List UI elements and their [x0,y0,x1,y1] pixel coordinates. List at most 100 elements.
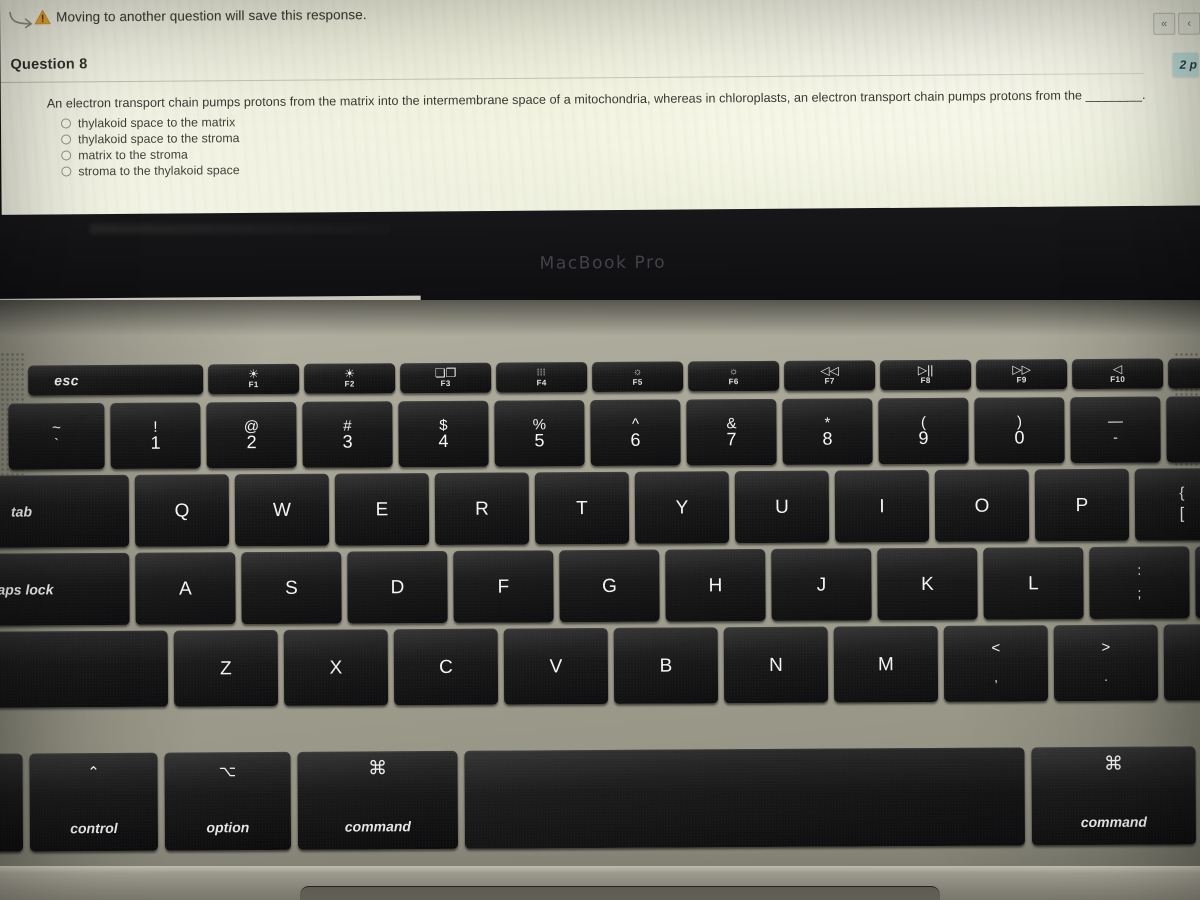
key-5[interactable]: % 5 [494,400,585,467]
warning-triangle-icon [34,9,51,25]
key-i[interactable]: I [834,469,930,543]
key-k[interactable]: K [877,547,978,621]
key-f3[interactable]: ❏❐ F3 [400,362,492,394]
key-9[interactable]: ( 9 [878,397,969,465]
key-p[interactable]: P [1034,468,1130,542]
key-u[interactable]: U [734,470,830,544]
answer-choice-label: matrix to the stroma [78,147,188,163]
key-f6-label: F6 [728,377,739,387]
key-b[interactable]: B [613,627,719,704]
notice-text: Moving to another question will save thi… [56,7,367,25]
key-f11[interactable]: ◁) F11 [1168,357,1200,389]
key-space[interactable] [464,747,1026,849]
home-key-row[interactable]: aps lock A S D F G H J K L : ; " ' [0,545,1200,627]
key-d[interactable]: D [347,550,448,624]
key-shift-left[interactable] [0,630,169,709]
key-fn[interactable] [0,753,24,853]
key-t[interactable]: T [534,471,630,545]
key-comma[interactable]: < , [943,625,1049,702]
key-option-left[interactable]: ⌥ option [164,751,292,851]
key-control-left[interactable]: ⌃ control [29,752,159,852]
key-f9[interactable]: ▷▷ F9 [976,359,1068,390]
key-h[interactable]: H [665,548,766,622]
key-x[interactable]: X [283,629,389,706]
first-page-button[interactable]: « [1153,12,1176,35]
prev-page-button[interactable]: ‹ [1178,12,1200,35]
key-quote[interactable]: " ' [1195,545,1200,619]
curved-arrow-icon [9,11,33,29]
key-backtick[interactable]: ~ ` [8,403,105,470]
number-key-row[interactable]: ~ ` ! 1 @ 2 # 3 $ 4 % 5 ^ 6 & 7 * 8 (9 … [8,395,1200,470]
key-minus[interactable]: — - [1070,396,1161,464]
trackpad[interactable] [300,886,940,900]
key-n[interactable]: N [723,626,829,704]
key-f2[interactable]: ☀ F2 [304,363,396,394]
qwerty-key-row[interactable]: tab Q W E R T Y U I O P { [ [0,468,1200,548]
key-r[interactable]: R [434,472,530,546]
key-slash[interactable]: ? / [1163,623,1200,701]
key-command-left[interactable]: ⌘ command [297,750,459,850]
keyboard[interactable]: esc ☀ F1 ☀ F2 ❏❐ F3 ⦙⦙⦙ F4 ☼ F5 ☼ F6 ◁◁ [0,348,1200,865]
rewind-icon: ◁◁ [820,363,839,378]
function-key-row[interactable]: esc ☀ F1 ☀ F2 ❏❐ F3 ⦙⦙⦙ F4 ☼ F5 ☼ F6 ◁◁ [28,357,1200,396]
key-command-right[interactable]: ⌘ command [1031,746,1197,846]
launchpad-icon: ⦙⦙⦙ [537,367,547,378]
key-8[interactable]: * 8 [782,398,873,465]
key-2[interactable]: @ 2 [206,401,297,469]
key-0[interactable]: ) 0 [974,397,1065,464]
key-e[interactable]: E [334,473,430,546]
points-badge: 2 p [1172,52,1199,77]
key-3[interactable]: # 3 [302,401,393,468]
question-heading: Question 8 [10,56,88,73]
key-v[interactable]: V [503,627,609,705]
key-w[interactable]: W [234,473,330,547]
key-z[interactable]: Z [173,629,279,707]
key-a[interactable]: A [135,552,236,625]
key-equals[interactable]: + = [1166,395,1200,463]
key-f5[interactable]: ☼ F5 [592,361,684,393]
answer-choice-label: thylakoid space to the stroma [78,131,240,147]
radio-button-icon[interactable] [61,134,72,145]
key-m[interactable]: M [833,625,939,703]
key-esc[interactable]: esc [28,364,204,396]
answer-choice-label: stroma to the thylakoid space [78,163,240,179]
key-left-bracket[interactable]: { [ [1134,468,1200,541]
question-nav-buttons[interactable]: « ‹ [1153,12,1200,35]
key-f1[interactable]: ☀ F1 [208,363,300,395]
key-f8-label: F8 [920,375,931,386]
key-f[interactable]: F [453,550,554,623]
zxcv-key-row[interactable]: Z X C V B N M < , > . ? / [0,623,1200,709]
key-1[interactable]: ! 1 [110,402,201,469]
answer-choice-list[interactable]: thylakoid space to the matrix thylakoid … [47,107,1191,180]
key-j[interactable]: J [771,548,872,621]
key-f4-label: F4 [536,378,547,388]
key-f7[interactable]: ◁◁ F7 [784,360,876,391]
key-tab[interactable]: tab [0,474,130,548]
key-period[interactable]: > . [1053,624,1159,702]
key-caps-lock[interactable]: aps lock [0,552,130,627]
mission-control-icon: ❏❐ [434,365,457,381]
key-q[interactable]: Q [134,474,230,547]
question-divider [0,73,1144,83]
key-4[interactable]: $ 4 [398,400,489,468]
radio-button-icon[interactable] [61,150,72,161]
key-f4[interactable]: ⦙⦙⦙ F4 [496,362,588,393]
command-symbol-icon: ⌘ [1103,753,1124,775]
key-c[interactable]: C [393,628,499,706]
command-symbol-icon: ⌘ [367,758,388,780]
key-f6[interactable]: ☼ F6 [688,360,780,392]
key-7[interactable]: & 7 [686,398,777,466]
key-f8[interactable]: ▷|| F8 [880,359,972,391]
radio-button-icon[interactable] [61,166,72,177]
key-l[interactable]: L [983,547,1084,620]
modifier-key-row[interactable]: ⌃ control ⌥ option ⌘ command ⌘ command ⌥… [0,745,1200,853]
key-semicolon[interactable]: : ; [1089,546,1190,620]
key-g[interactable]: G [559,549,660,623]
key-f10[interactable]: ◁ F10 [1072,358,1164,390]
key-y[interactable]: Y [634,471,730,544]
key-s[interactable]: S [241,551,342,625]
key-o[interactable]: O [934,469,1030,542]
key-f10-label: F10 [1110,374,1126,384]
radio-button-icon[interactable] [60,118,72,129]
key-6[interactable]: ^ 6 [590,399,681,467]
